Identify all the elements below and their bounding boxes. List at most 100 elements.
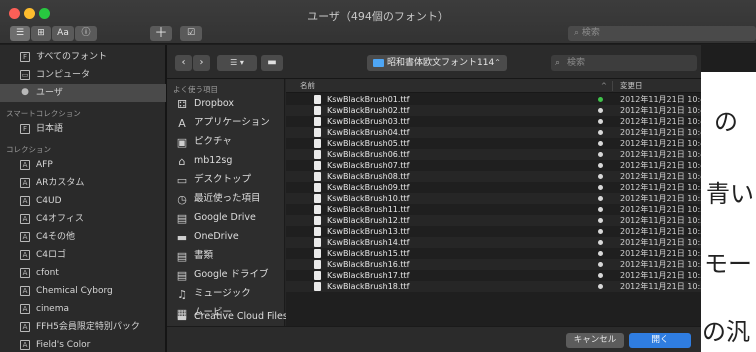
file-date: 2012年11月21日 10:46 (620, 106, 701, 115)
favorite-item-recents[interactable]: ◷ 最近使った項目 (167, 189, 285, 208)
validate-button[interactable]: ☑ (180, 26, 202, 41)
collection-icon: A (20, 178, 30, 188)
status-dot-icon (598, 218, 603, 223)
favorite-item-pictures[interactable]: ▣ ピクチャ (167, 132, 285, 151)
favorite-item-onedrive[interactable]: ▬ OneDrive (167, 227, 285, 246)
font-preview-pane: の 青い モー の汎 (700, 72, 756, 352)
file-name: KswBlackBrush09.ttf (327, 183, 410, 192)
file-row[interactable]: KswBlackBrush03.ttf 2012年11月21日 10:47 (286, 116, 701, 127)
file-date: 2012年11月21日 10:51 (620, 238, 701, 247)
view-options-button[interactable]: ☰ ▾ (217, 55, 257, 71)
collection-icon: A (20, 286, 30, 296)
file-row[interactable]: KswBlackBrush15.ttf 2012年11月21日 10:52 (286, 248, 701, 259)
favorite-item-google-drive-jp[interactable]: ▤ Google ドライブ (167, 265, 285, 284)
file-rows: KswBlackBrush01.ttf2012年11月21日 10:46KswB… (286, 94, 701, 292)
collection-icon: A (20, 268, 30, 278)
dialog-search-input[interactable]: ⌕ 検索 (551, 55, 697, 71)
file-date: 2012年11月21日 10:53 (620, 282, 701, 291)
location-popup[interactable]: 昭和書体欧文フォント114 ⌃ (367, 55, 507, 71)
open-button[interactable]: 開く (629, 333, 691, 348)
forward-button[interactable]: › (193, 55, 210, 71)
sidebar-item-collection[interactable]: A C4UD (0, 192, 166, 210)
status-dot-icon (598, 207, 603, 212)
file-name: KswBlackBrush01.ttf (327, 95, 410, 104)
favorite-item-applications[interactable]: A アプリケーション (167, 113, 285, 132)
favorite-item-creative-cloud-files[interactable]: ▬ Creative Cloud Files (167, 307, 288, 326)
music-icon: ♫ (177, 288, 187, 301)
back-button[interactable]: ‹ (175, 55, 192, 71)
file-row[interactable]: KswBlackBrush02.ttf 2012年11月21日 10:46 (286, 105, 701, 116)
cancel-button[interactable]: キャンセル (566, 333, 624, 348)
sidebar-item-user[interactable]: ● ユーザ (0, 84, 166, 102)
fontbook-search-input[interactable]: ⌕ 検索 (568, 26, 756, 41)
sidebar-item-collection[interactable]: A C4オフィス (0, 210, 166, 228)
sidebar-item-all-fonts[interactable]: F すべてのフォント (0, 48, 166, 66)
file-row[interactable]: KswBlackBrush06.ttf 2012年11月21日 10:48 (286, 149, 701, 160)
file-row[interactable]: KswBlackBrush08.ttf 2012年11月21日 10:49 (286, 171, 701, 182)
grid-view-button[interactable]: ⊞ (31, 26, 51, 41)
favorite-item-music[interactable]: ♫ ミュージック (167, 284, 285, 303)
sidebar-item-computer[interactable]: ▭ コンピュータ (0, 66, 166, 84)
favorite-item-desktop[interactable]: ▭ デスクトップ (167, 170, 285, 189)
sample-view-button[interactable]: Aa (52, 26, 74, 41)
sidebar-item-japanese[interactable]: F 日本語 (0, 120, 166, 138)
info-button[interactable]: ⓘ (75, 26, 97, 41)
status-dot-icon (598, 185, 603, 190)
status-dot-icon (598, 273, 603, 278)
file-date: 2012年11月21日 10:47 (620, 117, 701, 126)
favorite-label: Google Drive (194, 212, 256, 223)
favorite-label: ミュージック (194, 288, 251, 299)
preview-text: の (714, 108, 738, 136)
file-row[interactable]: KswBlackBrush17.ttf 2012年11月21日 10:52 (286, 270, 701, 281)
favorite-item-home[interactable]: ⌂ mb12sg (167, 151, 285, 170)
file-row[interactable]: KswBlackBrush11.ttf 2012年11月21日 10:50 (286, 204, 701, 215)
column-divider[interactable] (612, 81, 613, 91)
sidebar-item-label: C4ロゴ (36, 250, 67, 260)
search-icon: ⌕ (574, 28, 582, 38)
file-row[interactable]: KswBlackBrush01.ttf 2012年11月21日 10:46 (286, 94, 701, 105)
favorite-label: Dropbox (194, 98, 235, 109)
list-view-button[interactable]: ☰ (10, 26, 30, 41)
file-row[interactable]: KswBlackBrush14.ttf 2012年11月21日 10:51 (286, 237, 701, 248)
favorite-item-documents[interactable]: ▤ 書類 (167, 246, 285, 265)
file-row[interactable]: KswBlackBrush07.ttf 2012年11月21日 10:49 (286, 160, 701, 171)
sidebar-item-label: 日本語 (36, 124, 64, 134)
document-icon (314, 128, 321, 137)
file-row[interactable]: KswBlackBrush12.ttf 2012年11月21日 10:51 (286, 215, 701, 226)
column-name[interactable]: 名前 (300, 79, 315, 93)
document-icon: ▤ (176, 212, 188, 225)
file-row[interactable]: KswBlackBrush09.ttf 2012年11月21日 10:50 (286, 182, 701, 193)
favorite-item-google-drive[interactable]: ▤ Google Drive (167, 208, 285, 227)
column-date-modified[interactable]: 変更日 (620, 79, 643, 93)
preview-text: の汎 (702, 318, 750, 346)
file-row[interactable]: KswBlackBrush18.ttf 2012年11月21日 10:53 (286, 281, 701, 292)
sidebar-item-collection[interactable]: A ARカスタム (0, 174, 166, 192)
sidebar-item-collection[interactable]: A Field's Color (0, 336, 166, 352)
sidebar-item-collection[interactable]: Acinema (0, 300, 166, 318)
file-row[interactable]: KswBlackBrush16.ttf 2012年11月21日 10:52 (286, 259, 701, 270)
sidebar-item-collection[interactable]: A AFP (0, 156, 166, 174)
sidebar-item-collection[interactable]: A C4ロゴ (0, 246, 166, 264)
favorite-label: Creative Cloud Files (194, 311, 288, 322)
file-row[interactable]: KswBlackBrush10.ttf 2012年11月21日 10:50 (286, 193, 701, 204)
file-row[interactable]: KswBlackBrush05.ttf 2012年11月21日 10:48 (286, 138, 701, 149)
status-dot-icon (598, 284, 603, 289)
preview-text: モー (704, 250, 752, 278)
sidebar-item-collection[interactable]: A Chemical Cyborg (0, 282, 166, 300)
new-folder-button[interactable]: ▬ (261, 55, 283, 71)
file-name: KswBlackBrush13.ttf (327, 227, 410, 236)
file-name: KswBlackBrush15.ttf (327, 249, 410, 258)
document-icon (314, 260, 321, 269)
sidebar-item-collection[interactable]: Acfont (0, 264, 166, 282)
add-font-button[interactable]: ＋ (150, 26, 172, 41)
sidebar-item-collection[interactable]: A FFH5会員限定特別パック (0, 318, 166, 336)
favorite-item-dropbox[interactable]: ⚃ Dropbox (167, 94, 285, 113)
document-icon (314, 161, 321, 170)
sidebar-item-collection[interactable]: A C4その他 (0, 228, 166, 246)
file-row[interactable]: KswBlackBrush13.ttf 2012年11月21日 10:51 (286, 226, 701, 237)
file-row[interactable]: KswBlackBrush04.ttf 2012年11月21日 10:47 (286, 127, 701, 138)
document-icon (314, 216, 321, 225)
collection-icon: A (20, 160, 30, 170)
document-icon (314, 205, 321, 214)
status-dot-icon (598, 262, 603, 267)
